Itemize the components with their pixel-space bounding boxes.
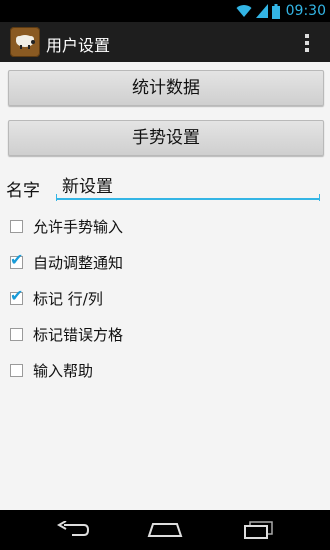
status-icons: 09:30 bbox=[236, 2, 326, 20]
checkmark-icon: ✔ bbox=[10, 285, 24, 305]
navigation-bar bbox=[0, 510, 330, 550]
checkbox[interactable] bbox=[10, 363, 23, 377]
option-allow-gesture-input[interactable]: 允许手势输入 bbox=[10, 214, 123, 238]
option-label: 标记 行/列 bbox=[33, 289, 103, 308]
option-input-help[interactable]: 输入帮助 bbox=[10, 358, 93, 382]
input-edge-right bbox=[319, 194, 320, 201]
checkbox[interactable] bbox=[10, 219, 23, 233]
signal-icon bbox=[255, 4, 268, 18]
option-label: 输入帮助 bbox=[33, 361, 94, 380]
option-label: 标记错误方格 bbox=[33, 325, 124, 344]
recent-apps-icon[interactable] bbox=[238, 518, 278, 542]
checkbox[interactable] bbox=[10, 327, 23, 341]
name-label: 名字 bbox=[6, 181, 40, 201]
wifi-icon bbox=[236, 5, 252, 18]
input-edge-left bbox=[56, 194, 57, 201]
option-label: 自动调整通知 bbox=[33, 253, 124, 272]
statistics-button[interactable]: 统计数据 bbox=[8, 70, 324, 106]
action-bar: 用户设置 bbox=[0, 22, 330, 62]
back-icon[interactable] bbox=[53, 518, 93, 542]
sheep-logo-icon bbox=[16, 35, 35, 49]
checkbox[interactable]: ✔ bbox=[10, 287, 23, 305]
gesture-settings-button[interactable]: 手势设置 bbox=[8, 120, 324, 156]
page-title: 用户设置 bbox=[46, 36, 111, 55]
name-input[interactable] bbox=[56, 170, 320, 200]
settings-content: 统计数据 手势设置 名字 允许手势输入 ✔ 自动调整通知 ✔ 标记 行/列 标记… bbox=[0, 62, 330, 510]
home-icon[interactable] bbox=[145, 518, 185, 542]
status-time: 09:30 bbox=[285, 3, 326, 19]
option-mark-error-cells[interactable]: 标记错误方格 bbox=[10, 322, 123, 346]
overflow-menu-icon[interactable] bbox=[304, 34, 310, 52]
option-auto-adjust-notify[interactable]: ✔ 自动调整通知 bbox=[10, 250, 123, 274]
status-bar: 09:30 bbox=[0, 0, 330, 22]
app-logo-icon[interactable] bbox=[10, 27, 40, 57]
option-mark-row-col[interactable]: ✔ 标记 行/列 bbox=[10, 286, 103, 310]
option-label: 允许手势输入 bbox=[33, 217, 124, 236]
battery-icon bbox=[271, 3, 280, 19]
checkmark-icon: ✔ bbox=[10, 249, 24, 269]
checkbox[interactable]: ✔ bbox=[10, 251, 23, 269]
